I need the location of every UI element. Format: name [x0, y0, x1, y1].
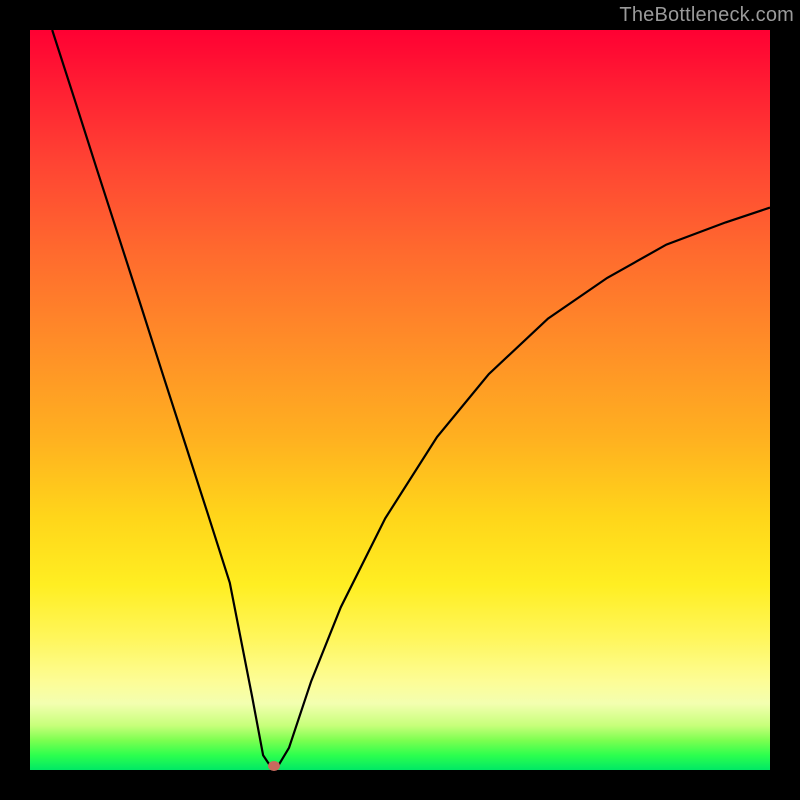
chart-frame: TheBottleneck.com	[0, 0, 800, 800]
watermark-text: TheBottleneck.com	[619, 4, 794, 27]
bottleneck-curve	[52, 30, 770, 766]
optimal-point-marker	[268, 761, 280, 771]
curve-layer	[30, 30, 770, 770]
plot-area	[30, 30, 770, 770]
